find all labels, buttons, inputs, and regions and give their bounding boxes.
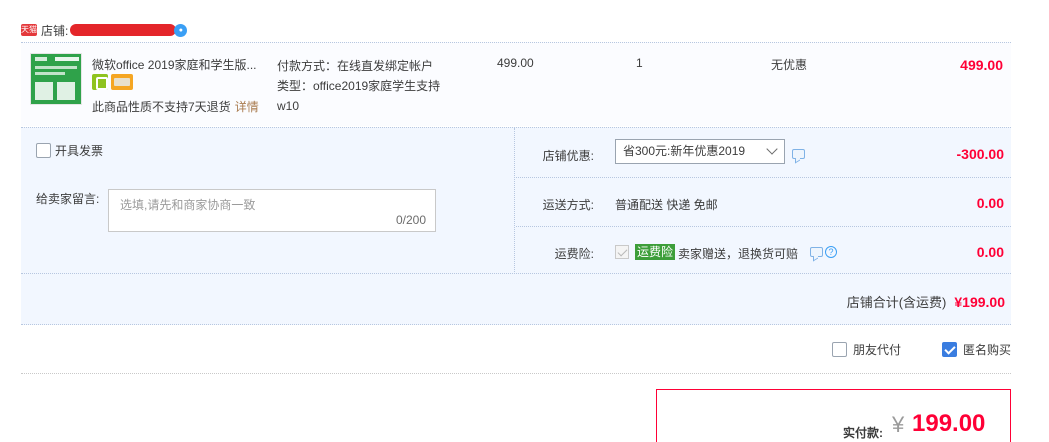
- sku-payment-method: 付款方式：在线直发绑定帐户: [277, 59, 434, 73]
- payment-label: 实付款:: [843, 426, 883, 440]
- shop-total-amount: ¥199.00: [954, 294, 1005, 310]
- friend-pay-checkbox[interactable]: [831, 342, 847, 357]
- invoice-checkbox-label[interactable]: 开具发票: [36, 142, 103, 159]
- product-title-link[interactable]: 微软office 2019家庭和学生版...: [92, 56, 270, 73]
- shop-total: 店铺合计(含运费) ¥199.00: [847, 292, 1005, 311]
- coupon-info-chat-icon[interactable]: [792, 149, 805, 159]
- divider: [21, 373, 1011, 374]
- friend-pay-label: 朋友代付: [852, 343, 901, 357]
- insurance-description: 卖家赠送，退换货可赔: [678, 247, 799, 261]
- insurance-chat-icon[interactable]: [810, 247, 823, 257]
- sku-info: 付款方式：在线直发绑定帐户 类型：office2019家庭学生支持 w10: [277, 56, 457, 116]
- anonymous-buy-label: 匿名购买: [962, 343, 1011, 357]
- wangwang-chat-icon[interactable]: ●: [174, 23, 188, 37]
- insurance-tag: 运费险: [635, 244, 676, 260]
- shop-name-redacted[interactable]: [70, 24, 177, 36]
- payment-amount: 199.00: [912, 410, 986, 437]
- shop-header: 天猫 店铺: ●: [21, 18, 188, 42]
- sku-type-cont: w10: [277, 99, 300, 113]
- anonymous-buy-option[interactable]: 匿名购买: [941, 341, 1011, 358]
- shop-total-row: 店铺合计(含运费) ¥199.00: [21, 273, 1011, 325]
- sku-type: 类型：office2019家庭学生支持: [277, 79, 441, 93]
- coupon-amount: -300.00: [956, 146, 1004, 162]
- shipping-amount: 0.00: [976, 195, 1004, 211]
- return-policy-note: 此商品性质不支持7天退货 详情: [92, 100, 259, 114]
- question-icon[interactable]: ?: [825, 246, 837, 258]
- options-right: 店铺优惠: 省300元:新年优惠2019 -300.00 运送方式: 普通配送 …: [516, 128, 1011, 274]
- tmall-icon: 天猫: [21, 24, 37, 36]
- seller-message-label: 给卖家留言:: [36, 192, 100, 206]
- guarantee-badge-icon[interactable]: [92, 74, 108, 90]
- shipping-label: 运送方式:: [542, 198, 594, 212]
- insurance-label: 运费险:: [554, 247, 594, 261]
- insurance-row: 运费险: 运费险 卖家赠送，退换货可赔 ? 0.00: [516, 228, 1011, 276]
- friend-pay-option[interactable]: 朋友代付: [831, 341, 901, 358]
- invoice-label: 开具发票: [55, 144, 104, 158]
- product-thumbnail[interactable]: [30, 53, 82, 105]
- order-item-row: 微软office 2019家庭和学生版... 此商品性质不支持7天退货 详情 付款…: [21, 42, 1011, 126]
- invoice-checkbox[interactable]: [36, 143, 51, 158]
- credit-card-badge-icon[interactable]: [111, 74, 133, 90]
- coupon-row: 店铺优惠: 省300元:新年优惠2019 -300.00: [516, 130, 1011, 178]
- payment-currency: ¥: [892, 412, 905, 437]
- quantity: 1: [636, 56, 643, 70]
- order-options-panel: 开具发票 给卖家留言: 选填,请先和商家协商一致 0/200 店铺优惠: 省30…: [21, 127, 1011, 274]
- coupon-select[interactable]: 省300元:新年优惠2019: [615, 139, 785, 164]
- shop-total-label: 店铺合计(含运费): [846, 295, 947, 310]
- shop-label: 店铺:: [41, 23, 69, 38]
- insurance-checkbox: [615, 245, 629, 259]
- return-detail-link[interactable]: 详情: [235, 100, 259, 114]
- payment-summary-box: 实付款: ¥ 199.00: [656, 389, 1011, 442]
- item-discount: 无优惠: [771, 58, 808, 72]
- seller-message-placeholder: 选填,请先和商家协商一致: [120, 198, 256, 212]
- seller-message-char-count: 0/200: [395, 213, 426, 227]
- unit-price: 499.00: [497, 56, 534, 70]
- insurance-amount: 0.00: [976, 244, 1004, 260]
- coupon-label: 店铺优惠:: [542, 149, 594, 163]
- buy-options: 朋友代付 匿名购买: [831, 341, 1011, 358]
- item-subtotal: 499.00: [960, 57, 1003, 73]
- shipping-row: 运送方式: 普通配送 快递 免邮 0.00: [516, 179, 1011, 227]
- shipping-method: 普通配送 快递 免邮: [615, 198, 718, 212]
- anonymous-buy-checkbox[interactable]: [941, 342, 957, 357]
- service-badges: [92, 74, 133, 90]
- seller-message-input[interactable]: 选填,请先和商家协商一致 0/200: [108, 189, 436, 232]
- options-left: 开具发票 给卖家留言: 选填,请先和商家协商一致 0/200: [21, 128, 515, 274]
- chevron-down-icon: [766, 143, 778, 155]
